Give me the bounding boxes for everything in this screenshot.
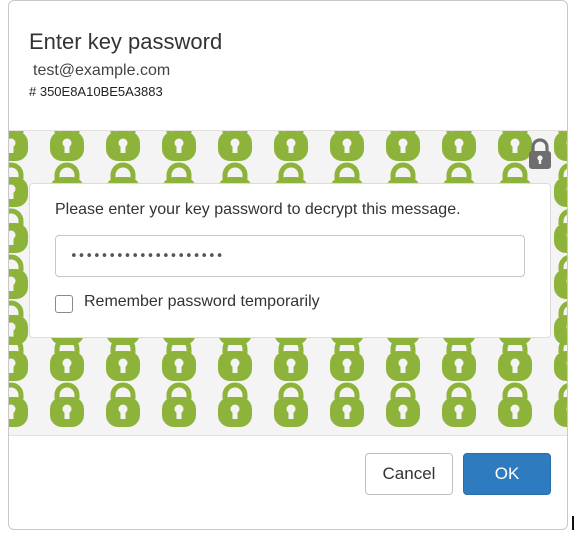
padlock-icon bbox=[274, 131, 308, 161]
ok-button[interactable]: OK bbox=[463, 453, 551, 495]
padlock-icon bbox=[218, 336, 252, 381]
padlock-icon bbox=[498, 382, 532, 427]
remember-password-option[interactable]: Remember password temporarily bbox=[55, 291, 320, 313]
padlock-icon bbox=[442, 336, 476, 381]
padlock-icon bbox=[9, 382, 28, 427]
padlock-icon bbox=[9, 336, 28, 381]
key-user-email: test@example.com bbox=[33, 62, 171, 79]
padlock-icon bbox=[554, 209, 567, 253]
padlock-icon bbox=[218, 382, 252, 427]
password-dialog: Enter key password test@example.com # 35… bbox=[8, 0, 568, 530]
padlock-icon bbox=[330, 382, 364, 427]
padlock-icon bbox=[386, 131, 420, 161]
padlock-icon bbox=[9, 162, 28, 207]
password-panel: Please enter your key password to decryp… bbox=[29, 183, 551, 338]
padlock-icon bbox=[554, 255, 567, 299]
padlock-icon bbox=[9, 131, 28, 161]
padlock-icon bbox=[274, 336, 308, 381]
key-id: # 350E8A10BE5A3883 bbox=[29, 84, 163, 99]
padlock-icon bbox=[554, 337, 567, 381]
padlock-icon bbox=[554, 131, 567, 161]
padlock-icon bbox=[442, 382, 476, 427]
padlock-icon bbox=[9, 208, 28, 253]
cancel-button[interactable]: Cancel bbox=[365, 453, 453, 495]
padlock-icon bbox=[330, 131, 364, 161]
padlock-icon bbox=[386, 382, 420, 427]
padlock-icon bbox=[554, 383, 567, 427]
remember-password-label: Remember password temporarily bbox=[84, 293, 320, 310]
text-cursor-icon bbox=[572, 516, 574, 530]
padlock-icon bbox=[162, 131, 196, 161]
padlock-icon bbox=[554, 163, 567, 207]
padlock-icon bbox=[50, 382, 84, 427]
padlock-icon bbox=[330, 336, 364, 381]
padlock-icon bbox=[106, 382, 140, 427]
lock-icon bbox=[529, 138, 551, 169]
padlock-icon bbox=[498, 336, 532, 381]
padlock-icon bbox=[162, 382, 196, 427]
padlock-icon bbox=[162, 336, 196, 381]
dialog-title: Enter key password bbox=[29, 29, 223, 54]
remember-password-checkbox[interactable] bbox=[55, 295, 73, 313]
padlock-icon bbox=[50, 131, 84, 161]
padlock-icon bbox=[106, 131, 140, 161]
padlock-icon bbox=[218, 131, 252, 161]
padlock-icon bbox=[106, 336, 140, 381]
password-input[interactable] bbox=[55, 235, 525, 277]
padlock-icon bbox=[386, 336, 420, 381]
padlock-icon bbox=[50, 336, 84, 381]
padlock-icon bbox=[442, 131, 476, 161]
instruction-text: Please enter your key password to decryp… bbox=[55, 201, 461, 218]
padlock-icon bbox=[274, 382, 308, 427]
padlock-icon bbox=[9, 254, 28, 299]
